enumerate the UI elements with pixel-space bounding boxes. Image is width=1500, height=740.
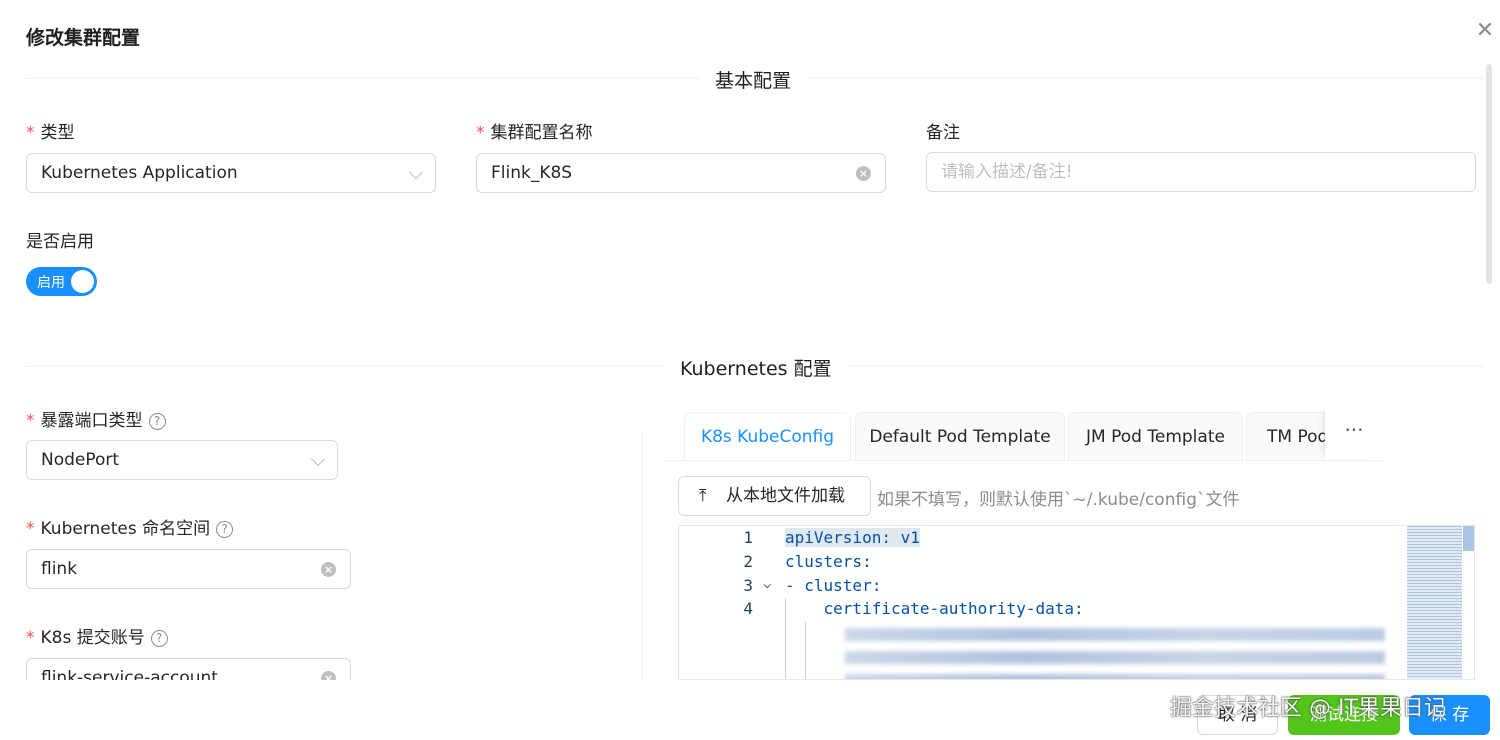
question-circle-icon[interactable]: ? — [216, 521, 234, 538]
tabs-baseline — [663, 460, 1383, 461]
cluster-name-label: * 集群配置名称 — [476, 123, 593, 143]
redacted-data — [845, 628, 1385, 641]
line-number: 2 — [743, 552, 753, 571]
type-select[interactable]: Kubernetes Application — [26, 153, 436, 193]
clear-icon[interactable]: × — [856, 166, 871, 181]
enabled-switch-text: 启用 — [37, 275, 65, 291]
column-divider — [642, 430, 643, 680]
code-line: - cluster: — [785, 576, 882, 595]
watermark: 掘金技术社区 @ IT果果日记 — [1170, 696, 1446, 721]
load-local-file-button[interactable]: ⤒ 从本地文件加载 — [678, 476, 871, 516]
enabled-switch[interactable]: 启用 — [26, 267, 97, 296]
code-line: certificate-authority-data: — [785, 599, 1084, 618]
tab-kubeconfig[interactable]: K8s KubeConfig — [684, 412, 851, 461]
namespace-value: flink — [41, 559, 78, 579]
upload-hint: 如果不填写，则默认使用`~/.kube/config`文件 — [877, 490, 1240, 510]
code-line: clusters: — [785, 552, 872, 571]
line-number: 4 — [743, 599, 753, 618]
chevron-down-icon — [310, 451, 326, 467]
type-label: * 类型 — [26, 123, 75, 143]
note-input[interactable]: 请输入描述/备注! — [926, 152, 1476, 192]
note-placeholder: 请输入描述/备注! — [941, 162, 1073, 182]
account-label: * K8s 提交账号? — [26, 623, 168, 648]
editor-minimap[interactable] — [1407, 526, 1462, 679]
kubeconfig-editor[interactable]: 1 2 3 4 ⌵ apiVersion: v1 clusters: - clu… — [678, 525, 1475, 680]
expose-type-select[interactable]: NodePort — [26, 440, 338, 480]
clear-icon[interactable]: × — [321, 562, 336, 577]
switch-knob — [71, 270, 94, 293]
expose-type-value: NodePort — [41, 450, 120, 470]
namespace-label: * Kubernetes 命名空间? — [26, 514, 234, 539]
question-circle-icon[interactable]: ? — [150, 630, 168, 647]
more-tabs-button[interactable]: ··· — [1325, 404, 1383, 460]
upload-icon: ⤒ — [699, 486, 707, 506]
load-local-file-label: 从本地文件加载 — [726, 486, 845, 506]
enabled-label: 是否启用 — [26, 232, 94, 252]
namespace-input[interactable]: flink × — [26, 549, 351, 589]
tab-default-pod-template[interactable]: Default Pod Template — [855, 412, 1065, 461]
section-title-basic: 基本配置 — [699, 66, 808, 93]
chevron-down-icon[interactable]: ⌵ — [763, 576, 777, 592]
cluster-name-input[interactable]: Flink_K8S × — [476, 153, 886, 193]
expose-type-label: * 暴露端口类型? — [26, 406, 166, 431]
tab-jm-pod-template[interactable]: JM Pod Template — [1068, 412, 1243, 461]
dialog-title: 修改集群配置 — [26, 27, 141, 49]
cluster-name-value: Flink_K8S — [491, 163, 573, 183]
indent-guide — [805, 622, 806, 679]
code-line: apiVersion: v1 — [785, 528, 920, 547]
type-select-value: Kubernetes Application — [41, 163, 238, 183]
line-number: 1 — [743, 528, 753, 547]
line-number: 3 — [743, 576, 753, 595]
question-circle-icon[interactable]: ? — [148, 413, 166, 430]
edit-cluster-dialog: 修改集群配置 ✕ 基本配置 * 类型 Kubernetes Application… — [0, 0, 1500, 740]
section-title-k8s: Kubernetes 配置 — [664, 354, 848, 381]
redacted-data — [845, 651, 1385, 664]
close-icon[interactable]: ✕ — [1474, 20, 1496, 42]
editor-scrollbar[interactable] — [1463, 526, 1474, 551]
dialog-scrollbar[interactable] — [1486, 64, 1492, 284]
chevron-down-icon — [408, 164, 424, 180]
indent-guide — [785, 598, 786, 679]
note-label: 备注 — [926, 123, 960, 143]
